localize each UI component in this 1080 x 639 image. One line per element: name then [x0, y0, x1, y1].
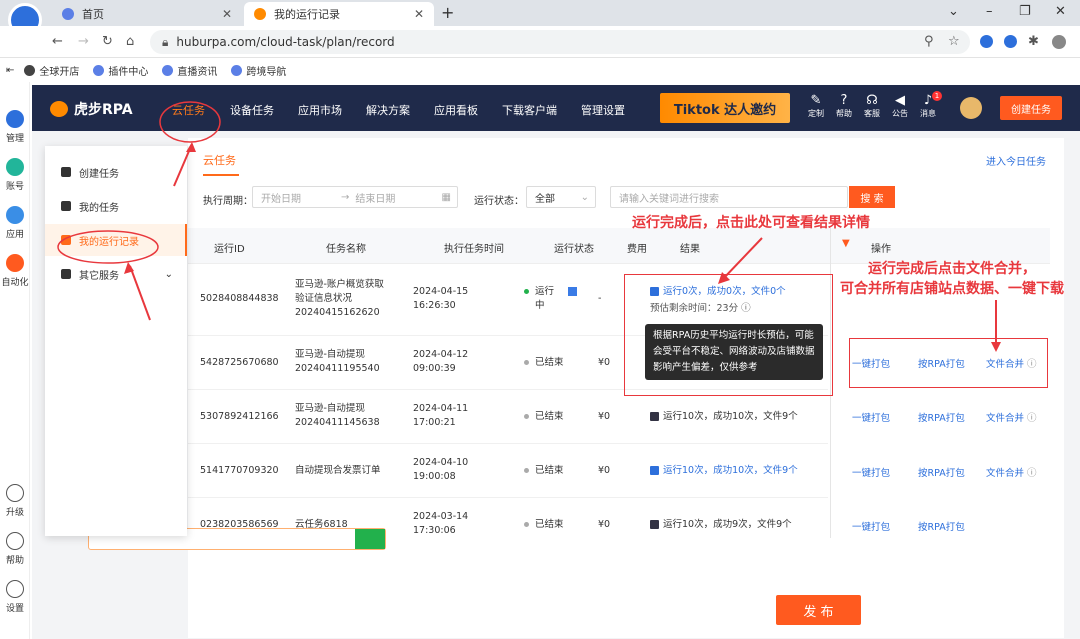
annotation-arrows — [57, 101, 1001, 352]
arrow-result — [721, 237, 763, 281]
publish-button[interactable]: 发 布 — [776, 595, 861, 625]
arrow-menu — [129, 265, 151, 321]
highlight-ellipse-nav — [159, 101, 221, 143]
highlight-ellipse-menu — [57, 230, 159, 264]
